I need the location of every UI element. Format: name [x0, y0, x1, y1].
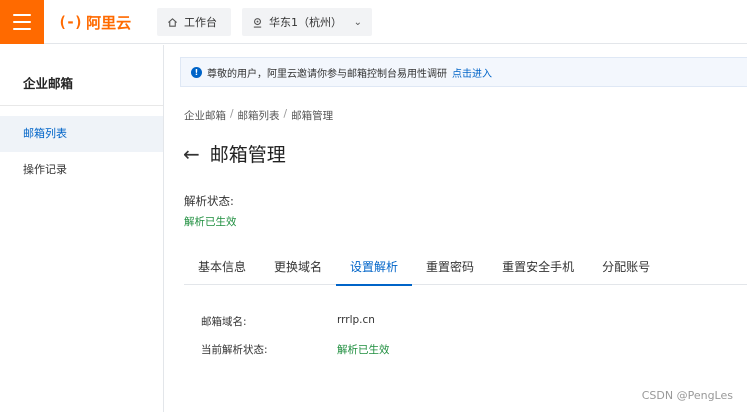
tab-dns-settings[interactable]: 设置解析: [336, 249, 413, 286]
tab-reset-password[interactable]: 重置密码: [412, 249, 488, 285]
resolution-status-label: 解析状态:: [184, 194, 234, 208]
top-bar: (-) 阿里云 工作台 华东1（杭州） ⌄: [0, 0, 747, 44]
detail-row-status: 当前解析状态: 解析已生效: [201, 342, 390, 357]
region-label: 华东1（杭州）: [269, 16, 342, 29]
tab-bar: 基本信息 更换域名 设置解析 重置密码 重置安全手机 分配账号: [184, 249, 747, 286]
hamburger-menu-icon[interactable]: [0, 0, 44, 44]
survey-notice-banner: ! 尊敬的用户，阿里云邀请你参与邮箱控制台易用性调研 点击进入: [180, 57, 747, 87]
back-arrow-icon[interactable]: ←: [183, 144, 200, 164]
info-icon: !: [191, 66, 202, 78]
region-selector[interactable]: 华东1（杭州） ⌄: [242, 8, 372, 36]
aliyun-logo[interactable]: (-) 阿里云: [58, 11, 131, 33]
breadcrumb-item-current: 邮箱管理: [291, 110, 334, 122]
sidebar-item-operation-log[interactable]: 操作记录: [0, 152, 163, 188]
sidebar-divider: [0, 105, 163, 106]
tab-basic-info[interactable]: 基本信息: [184, 249, 260, 285]
breadcrumb-separator: /: [283, 108, 288, 120]
breadcrumb-item-enterprise-mail[interactable]: 企业邮箱: [184, 108, 226, 123]
notice-text: 尊敬的用户，阿里云邀请你参与邮箱控制台易用性调研: [207, 68, 447, 80]
aliyun-logo-mark: (-): [58, 13, 83, 31]
tab-reset-security-phone[interactable]: 重置安全手机: [488, 249, 588, 285]
breadcrumb-separator: /: [230, 108, 234, 120]
detail-row-domain: 邮箱域名: rrrlp.cn: [201, 314, 375, 329]
breadcrumb: 企业邮箱 / 邮箱列表 / 邮箱管理: [184, 108, 333, 123]
watermark: CSDN @PengLes: [641, 389, 733, 402]
resolution-status-value: 解析已生效: [184, 216, 237, 228]
page-title: 邮箱管理: [209, 144, 286, 166]
current-resolution-status-value: 解析已生效: [337, 344, 390, 356]
workbench-button[interactable]: 工作台: [157, 8, 231, 36]
home-icon: [168, 17, 177, 27]
detail-label: 当前解析状态:: [201, 344, 268, 356]
sidebar: 企业邮箱 邮箱列表 操作记录: [0, 45, 164, 412]
page-header: ← 邮箱管理: [183, 140, 286, 167]
mail-domain-value: rrrlp.cn: [337, 314, 375, 326]
sidebar-item-mailbox-list[interactable]: 邮箱列表: [0, 116, 163, 152]
tab-assign-account[interactable]: 分配账号: [588, 249, 664, 285]
detail-label: 邮箱域名:: [201, 316, 247, 328]
workbench-label: 工作台: [184, 16, 217, 29]
aliyun-logo-text: 阿里云: [86, 13, 132, 32]
notice-link[interactable]: 点击进入: [452, 65, 492, 80]
sidebar-title: 企业邮箱: [23, 76, 74, 91]
chevron-down-icon: ⌄: [353, 16, 362, 28]
tab-change-domain[interactable]: 更换域名: [260, 249, 336, 285]
breadcrumb-item-mailbox-list[interactable]: 邮箱列表: [238, 108, 280, 123]
location-pin-icon: [253, 17, 262, 28]
